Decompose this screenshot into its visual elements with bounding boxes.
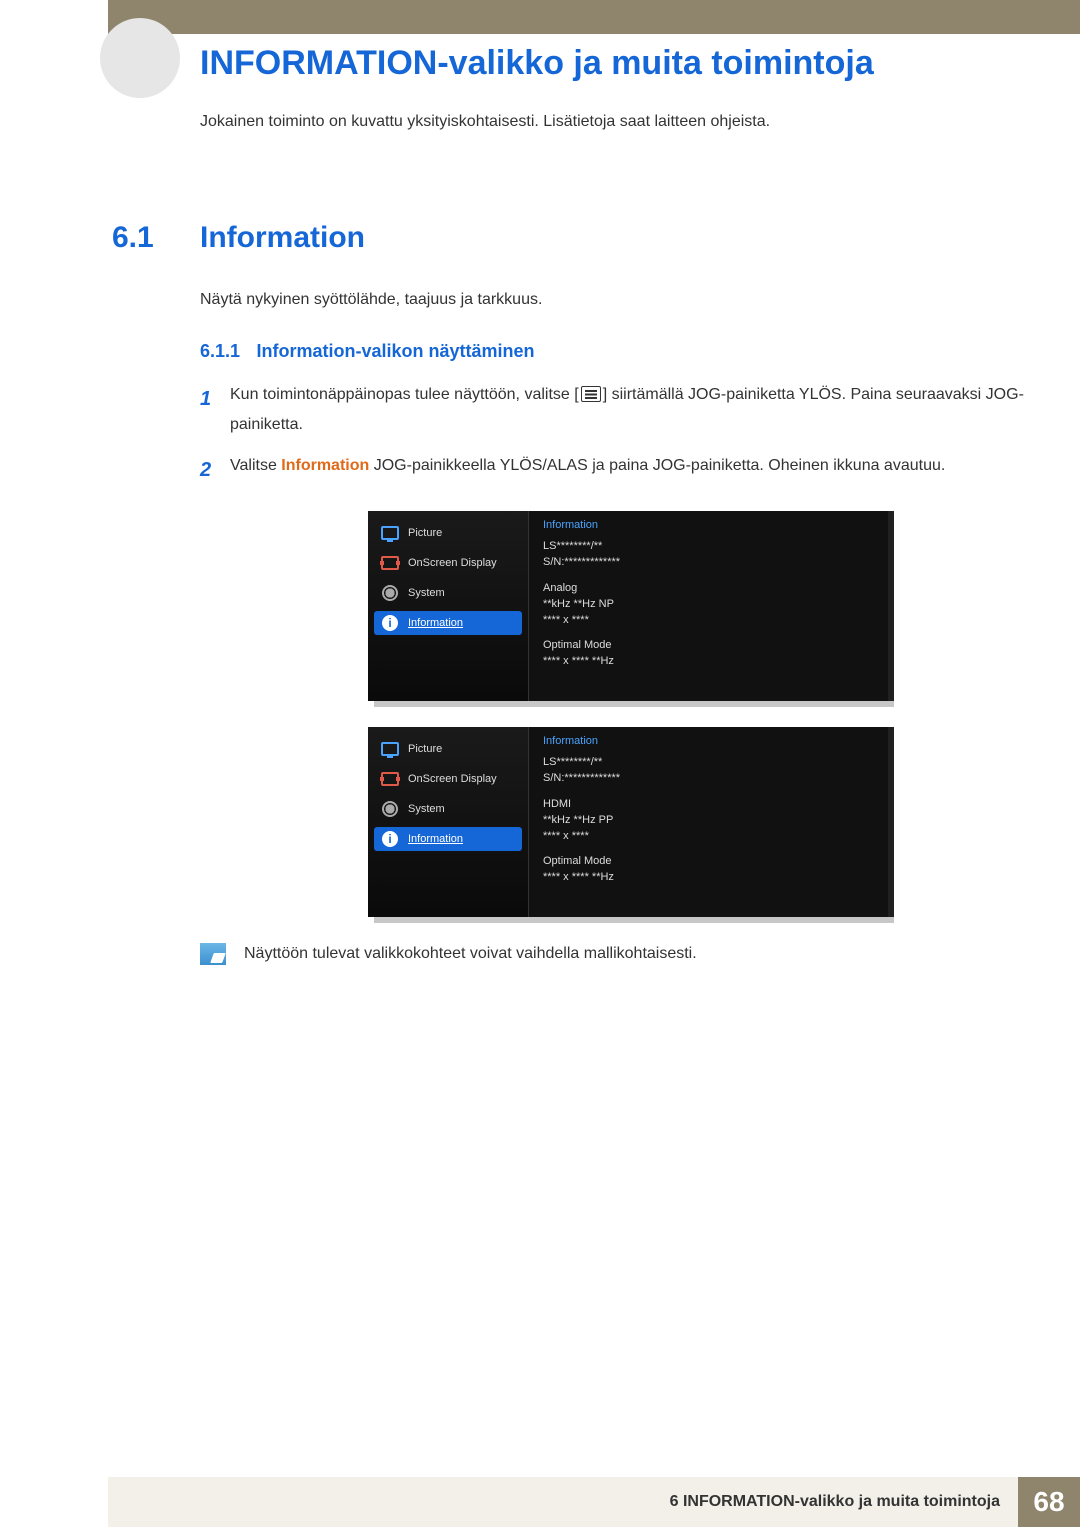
section-description: Näytä nykyinen syöttölähde, taajuus ja t… [200, 291, 1040, 309]
osd-menu-item-system: System [374, 581, 522, 605]
step-1-number: 1 [200, 380, 230, 441]
step-1-text: Kun toimintonäppäinopas tulee näyttöön, … [230, 380, 1040, 441]
page-content: INFORMATION-valikko ja muita toimintoja … [108, 38, 1080, 1457]
step-1-text-a: Kun toimintonäppäinopas tulee näyttöön, … [230, 386, 579, 403]
note-text: Näyttöön tulevat valikkokohteet voivat v… [244, 945, 697, 963]
osd-scrollbar [888, 727, 894, 917]
osd-pane-title: Information [543, 735, 874, 747]
subsection-title: Information-valikon näyttäminen [257, 341, 535, 361]
osd-source: Analog [543, 581, 874, 597]
gear-icon [380, 585, 400, 601]
footer-label-wrap: 6 INFORMATION-valikko ja muita toimintoj… [0, 1477, 1018, 1527]
osd-optimal-label: Optimal Mode [543, 638, 874, 654]
osd-menu-label: OnScreen Display [408, 773, 497, 785]
info-icon: i [380, 831, 400, 847]
osd-optimal-value: **** x **** **Hz [543, 870, 874, 886]
osd-menu: Picture OnScreen Display System i Inform… [368, 727, 528, 917]
section-heading: 6.1 Information [108, 221, 1040, 255]
monitor-icon [380, 741, 400, 757]
osd-panel-hdmi: Picture OnScreen Display System i Inform… [368, 727, 888, 917]
osd-menu-item-information: i Information [374, 611, 522, 635]
osd-serial: S/N:************* [543, 555, 874, 571]
osd-menu-item-system: System [374, 797, 522, 821]
osd-info-pane: Information LS********/** S/N:**********… [528, 511, 888, 701]
osd-menu-label: Information [408, 833, 463, 845]
osd-menu-item-picture: Picture [374, 737, 522, 761]
osd-panel-analog: Picture OnScreen Display System i Inform… [368, 511, 888, 701]
osd-model: LS********/** [543, 539, 874, 555]
osd-menu-item-picture: Picture [374, 521, 522, 545]
osd-resolution: **** x **** [543, 613, 874, 629]
osd-info-block: LS********/** S/N:************* Analog *… [543, 539, 874, 671]
step-2-text-b: JOG-painikkeella YLÖS/ALAS ja paina JOG-… [369, 457, 945, 474]
osd-model: LS********/** [543, 755, 874, 771]
note-icon [200, 943, 226, 965]
osd-menu-item-onscreen: OnScreen Display [374, 551, 522, 575]
subsection-number: 6.1.1 [200, 341, 240, 362]
step-1: 1 Kun toimintonäppäinopas tulee näyttöön… [200, 380, 1040, 441]
osd-resolution: **** x **** [543, 829, 874, 845]
osd-menu-label: System [408, 587, 445, 599]
osd-serial: S/N:************* [543, 771, 874, 787]
footer: 6 INFORMATION-valikko ja muita toimintoj… [0, 1477, 1080, 1527]
osd-icon [380, 555, 400, 571]
osd-optimal-label: Optimal Mode [543, 854, 874, 870]
footer-chapter-label: 6 INFORMATION-valikko ja muita toimintoj… [670, 1493, 1000, 1511]
osd-menu-label: System [408, 803, 445, 815]
monitor-icon [380, 525, 400, 541]
osd-menu-label: Information [408, 617, 463, 629]
osd-menu: Picture OnScreen Display System i Inform… [368, 511, 528, 701]
gear-icon [380, 801, 400, 817]
subsection-heading: 6.1.1 Information-valikon näyttäminen [200, 341, 1040, 362]
step-2-information-word: Information [281, 457, 369, 474]
osd-info-pane: Information LS********/** S/N:**********… [528, 727, 888, 917]
osd-menu-item-onscreen: OnScreen Display [374, 767, 522, 791]
osd-screenshots: Picture OnScreen Display System i Inform… [368, 511, 1040, 917]
osd-menu-item-information: i Information [374, 827, 522, 851]
osd-frequency: **kHz **Hz PP [543, 813, 874, 829]
osd-source: HDMI [543, 797, 874, 813]
steps-list: 1 Kun toimintonäppäinopas tulee näyttöön… [200, 380, 1040, 489]
osd-menu-label: OnScreen Display [408, 557, 497, 569]
info-icon: i [380, 615, 400, 631]
osd-optimal-value: **** x **** **Hz [543, 654, 874, 670]
chapter-title: INFORMATION-valikko ja muita toimintoja [108, 38, 1040, 83]
header-bar [108, 0, 1080, 34]
note-row: Näyttöön tulevat valikkokohteet voivat v… [200, 943, 1040, 965]
osd-scrollbar [888, 511, 894, 701]
osd-pane-title: Information [543, 519, 874, 531]
osd-menu-label: Picture [408, 743, 442, 755]
osd-menu-label: Picture [408, 527, 442, 539]
menu-icon [581, 386, 601, 402]
top-left-gutter [0, 0, 108, 34]
chapter-intro: Jokainen toiminto on kuvattu yksityiskoh… [108, 113, 1040, 131]
section-number: 6.1 [108, 221, 200, 255]
osd-frequency: **kHz **Hz NP [543, 597, 874, 613]
step-2: 2 Valitse Information JOG-painikkeella Y… [200, 451, 1040, 489]
step-2-text-a: Valitse [230, 457, 281, 474]
page-number: 68 [1018, 1477, 1080, 1527]
step-2-number: 2 [200, 451, 230, 489]
osd-info-block: LS********/** S/N:************* HDMI **k… [543, 755, 874, 887]
step-2-text: Valitse Information JOG-painikkeella YLÖ… [230, 451, 945, 489]
section-title: Information [200, 221, 365, 255]
osd-icon [380, 771, 400, 787]
